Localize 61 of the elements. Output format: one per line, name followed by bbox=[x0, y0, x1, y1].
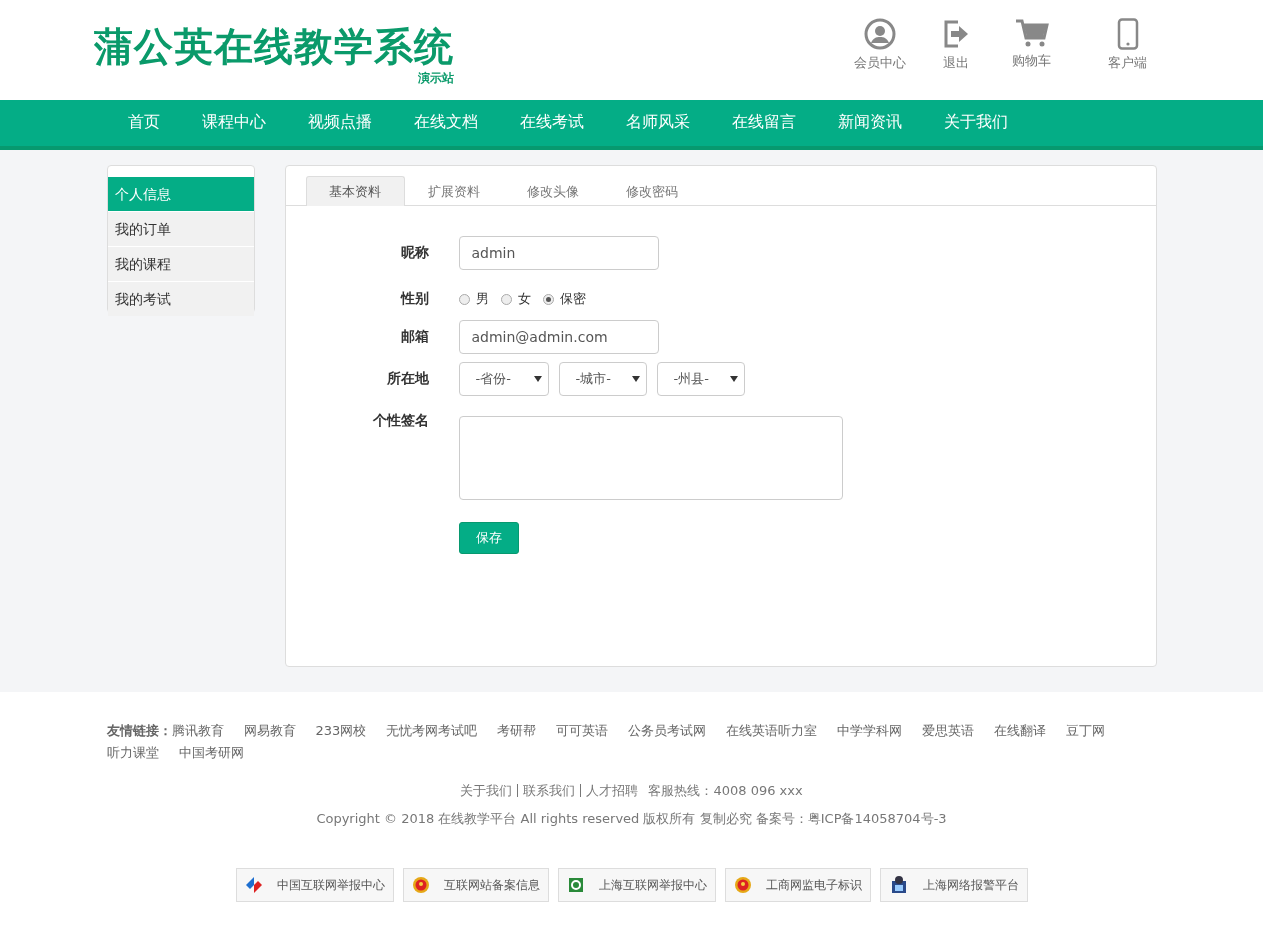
friend-link[interactable]: 可可英语 bbox=[556, 722, 609, 740]
tab[interactable]: 修改头像 bbox=[503, 176, 603, 206]
friend-link[interactable]: 无忧考网考试吧 bbox=[386, 722, 478, 740]
hotline-text: 客服热线：4008 096 xxx bbox=[648, 783, 803, 798]
caret-icon bbox=[533, 376, 542, 382]
phone-icon bbox=[1116, 18, 1139, 50]
friend-link[interactable]: 在线英语听力室 bbox=[726, 722, 818, 740]
radio-option[interactable]: 男 bbox=[458, 290, 489, 308]
footer-link[interactable]: 联系我们 bbox=[523, 783, 576, 798]
site-logo[interactable]: 蒲公英在线教学系统 bbox=[93, 24, 454, 70]
sidebar-item[interactable]: 我的课程 bbox=[107, 247, 254, 281]
field-label: 昵称 bbox=[399, 244, 429, 262]
badge-link[interactable]: 中国互联网举报中心 bbox=[235, 868, 394, 902]
field-label: 邮箱 bbox=[399, 328, 429, 346]
field-label: 所在地 bbox=[385, 370, 429, 388]
select-dropdown[interactable]: -城市- bbox=[558, 362, 647, 396]
friend-link[interactable]: 爱思英语 bbox=[922, 722, 975, 740]
badge-link[interactable]: 工商网监电子标识 bbox=[724, 868, 871, 902]
friend-link[interactable]: 腾讯教育 bbox=[171, 722, 224, 740]
diamond-icon bbox=[244, 876, 263, 894]
footer-link[interactable]: 关于我们 bbox=[460, 783, 513, 798]
friend-link[interactable]: 中国考研网 bbox=[178, 744, 244, 762]
friend-link[interactable]: 网易教育 bbox=[243, 722, 296, 740]
email-field[interactable]: admin@admin.com bbox=[458, 320, 659, 354]
sidebar-item[interactable]: 我的订单 bbox=[107, 212, 254, 246]
friend-link[interactable]: 在线翻译 bbox=[994, 722, 1047, 740]
emblem-icon bbox=[411, 876, 430, 894]
copyright-text: Copyright © 2018 在线教学平台 All rights reserved 版权所有 复制必究 备案号：粤ICP备14058704号-3 bbox=[315, 810, 948, 828]
user-icon bbox=[863, 18, 896, 50]
radio-option[interactable]: 女 bbox=[500, 290, 531, 308]
field-label: 性别 bbox=[399, 290, 429, 308]
links-label: 友情链接： bbox=[106, 722, 172, 740]
header-link[interactable]: 会员中心 bbox=[850, 18, 909, 72]
radio-option[interactable]: 保密 bbox=[542, 290, 586, 308]
footer-link[interactable]: 人才招聘 bbox=[586, 783, 639, 798]
friend-link[interactable]: 豆丁网 bbox=[1066, 722, 1106, 740]
document-icon bbox=[566, 876, 585, 894]
header-link[interactable]: 退出 bbox=[926, 18, 985, 72]
badge-link[interactable]: 上海网络报警平台 bbox=[879, 868, 1028, 902]
badge-link[interactable]: 互联网站备案信息 bbox=[402, 868, 549, 902]
select-dropdown[interactable]: -州县- bbox=[656, 362, 745, 396]
select-dropdown[interactable]: -省份- bbox=[458, 362, 549, 396]
tab[interactable]: 扩展资料 bbox=[404, 176, 504, 206]
caret-icon bbox=[729, 376, 738, 382]
badge-link[interactable]: 上海互联网举报中心 bbox=[557, 868, 716, 902]
sidebar-item[interactable]: 我的考试 bbox=[107, 282, 254, 316]
emblem-icon bbox=[733, 876, 752, 894]
header-link[interactable]: 购物车 bbox=[1002, 18, 1061, 72]
logo-subtitle: 演示站 bbox=[417, 70, 454, 87]
header-link[interactable]: 客户端 bbox=[1098, 18, 1157, 72]
friend-link[interactable]: 公务员考试网 bbox=[628, 722, 707, 740]
friend-link[interactable]: 中学学科网 bbox=[837, 722, 903, 740]
friend-link[interactable]: 233网校 bbox=[315, 722, 367, 740]
caret-icon bbox=[631, 376, 640, 382]
signature-field[interactable] bbox=[458, 416, 843, 500]
tab[interactable]: 修改密码 bbox=[602, 176, 702, 206]
nickname-field[interactable]: admin bbox=[458, 236, 659, 270]
cart-icon bbox=[1014, 18, 1049, 48]
tab[interactable]: 基本资料 bbox=[305, 176, 405, 206]
friend-link[interactable]: 考研帮 bbox=[497, 722, 537, 740]
friend-link[interactable]: 听力课堂 bbox=[106, 744, 159, 762]
